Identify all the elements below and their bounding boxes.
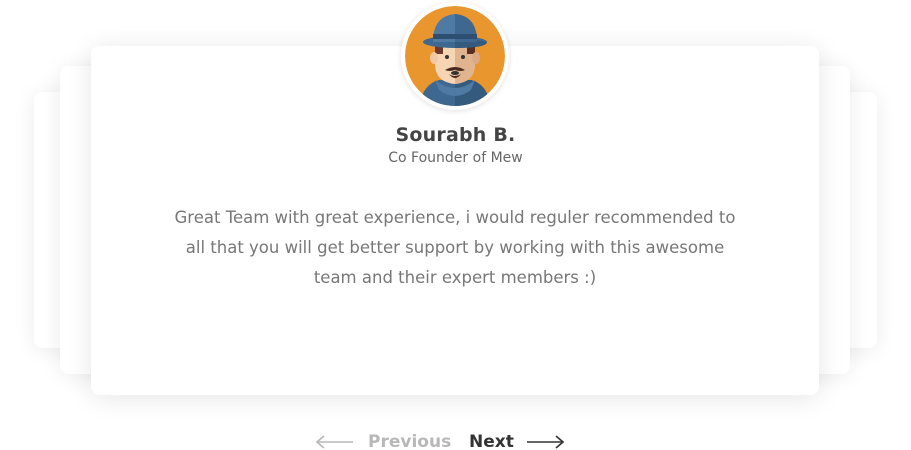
arrow-left-icon bbox=[316, 435, 354, 449]
next-button[interactable]: Next bbox=[469, 430, 564, 450]
man-with-hat-avatar-icon bbox=[405, 6, 505, 106]
next-label: Next bbox=[469, 432, 514, 450]
previous-button[interactable]: Previous bbox=[316, 430, 451, 450]
avatar bbox=[401, 2, 509, 110]
testimonial-slider: Sourabh B. Co Founder of Mew Great Team … bbox=[0, 0, 911, 450]
testimonial-author-name: Sourabh B. bbox=[395, 124, 516, 146]
previous-label: Previous bbox=[368, 432, 452, 450]
arrow-right-icon bbox=[526, 435, 564, 449]
testimonial-author-role: Co Founder of Mew bbox=[388, 150, 523, 166]
testimonial-quote: Great Team with great experience, i woul… bbox=[174, 208, 736, 287]
